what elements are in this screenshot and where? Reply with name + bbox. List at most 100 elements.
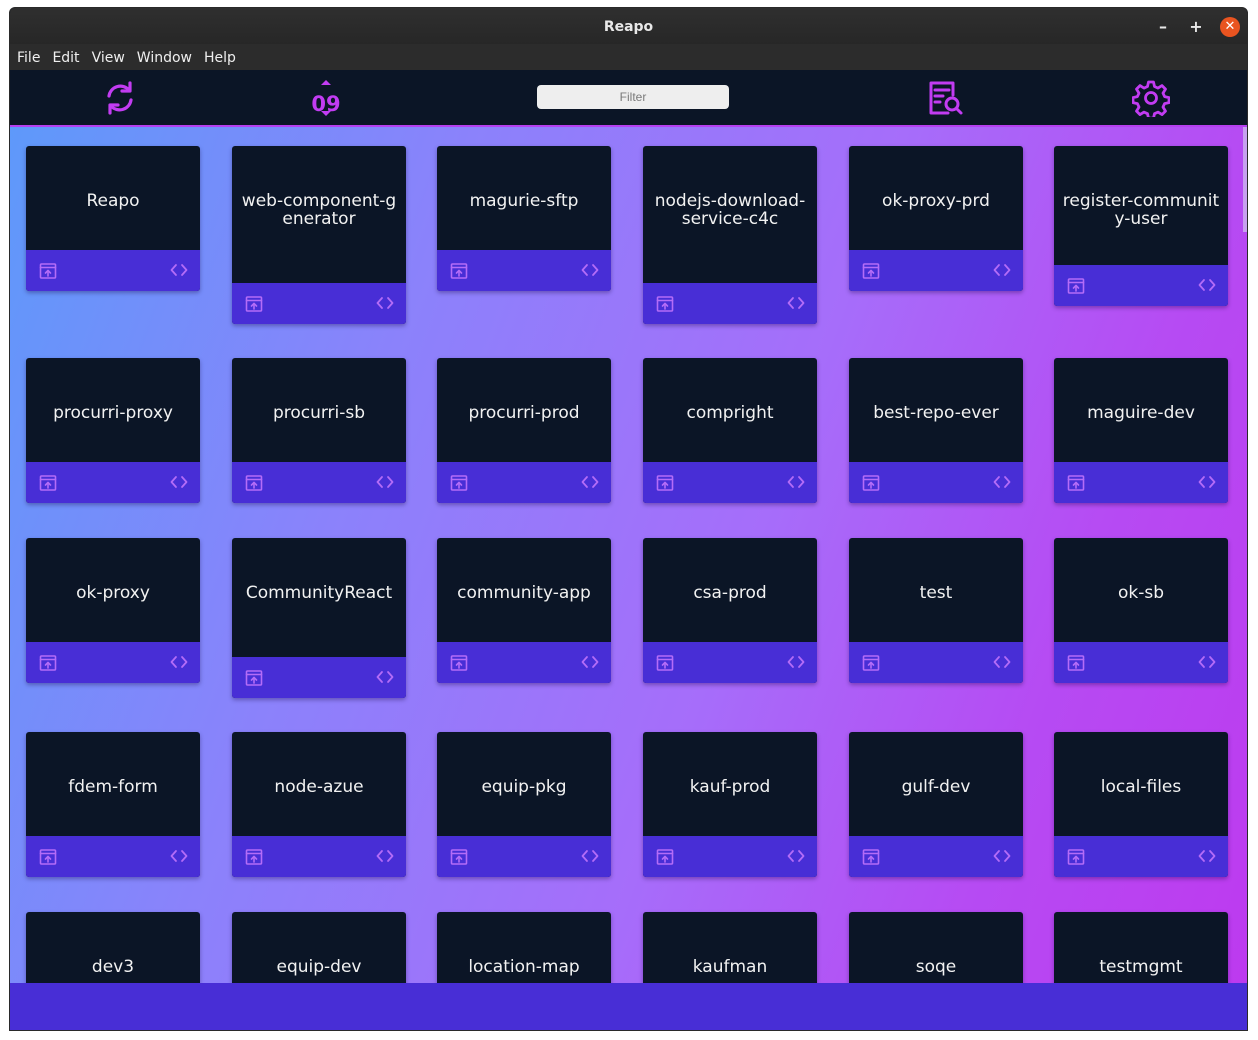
open-folder-icon[interactable] (245, 295, 263, 313)
repo-name: community-app (457, 583, 591, 603)
open-folder-icon[interactable] (656, 848, 674, 866)
repo-card[interactable]: nodejs-download-service-c4c (643, 146, 817, 324)
open-folder-icon[interactable] (656, 295, 674, 313)
code-icon[interactable] (1198, 653, 1216, 671)
open-folder-icon[interactable] (450, 474, 468, 492)
code-icon[interactable] (993, 473, 1011, 491)
open-folder-icon[interactable] (1067, 848, 1085, 866)
repo-card[interactable]: dev3 (26, 912, 200, 983)
code-icon[interactable] (376, 668, 394, 686)
sort-button[interactable]: 09 (307, 79, 345, 117)
open-folder-icon[interactable] (450, 262, 468, 280)
repo-card[interactable]: procurri-sb (232, 358, 406, 503)
repo-card[interactable]: testmgmt (1054, 912, 1228, 983)
code-icon[interactable] (376, 294, 394, 312)
repo-name: register-community-user (1062, 191, 1220, 229)
open-folder-icon[interactable] (862, 654, 880, 672)
code-icon[interactable] (376, 473, 394, 491)
repo-card[interactable]: soqe (849, 912, 1023, 983)
open-folder-icon[interactable] (862, 848, 880, 866)
code-icon[interactable] (581, 653, 599, 671)
repo-card[interactable]: csa-prod (643, 538, 817, 683)
open-folder-icon[interactable] (1067, 277, 1085, 295)
repo-card[interactable]: compright (643, 358, 817, 503)
code-icon[interactable] (581, 847, 599, 865)
repo-card[interactable]: CommunityReact (232, 538, 406, 698)
repo-card[interactable]: register-community-user (1054, 146, 1228, 306)
code-icon[interactable] (993, 653, 1011, 671)
open-folder-icon[interactable] (245, 474, 263, 492)
open-folder-icon[interactable] (245, 669, 263, 687)
code-icon[interactable] (993, 847, 1011, 865)
maximize-button[interactable]: + (1185, 16, 1207, 38)
repo-card[interactable]: location-map (437, 912, 611, 983)
repo-card[interactable]: ok-sb (1054, 538, 1228, 683)
repo-card[interactable]: kaufman (643, 912, 817, 983)
open-folder-icon[interactable] (450, 654, 468, 672)
repo-card[interactable]: web-component-generator (232, 146, 406, 324)
open-folder-icon[interactable] (1067, 474, 1085, 492)
code-icon[interactable] (170, 261, 188, 279)
repo-card[interactable]: ok-proxy (26, 538, 200, 683)
code-icon[interactable] (170, 847, 188, 865)
repo-card[interactable]: Reapo (26, 146, 200, 291)
open-folder-icon[interactable] (656, 654, 674, 672)
repo-card[interactable]: magurie-sftp (437, 146, 611, 291)
open-folder-icon[interactable] (450, 848, 468, 866)
repo-card[interactable]: procurri-proxy (26, 358, 200, 503)
code-icon[interactable] (170, 473, 188, 491)
code-icon[interactable] (581, 261, 599, 279)
repo-card[interactable]: maguire-dev (1054, 358, 1228, 503)
code-icon[interactable] (170, 653, 188, 671)
repo-card[interactable]: best-repo-ever (849, 358, 1023, 503)
repo-card[interactable]: test (849, 538, 1023, 683)
repo-card[interactable]: equip-dev (232, 912, 406, 983)
code-icon[interactable] (1198, 847, 1216, 865)
open-folder-icon[interactable] (245, 848, 263, 866)
code-icon[interactable] (581, 473, 599, 491)
scrollbar[interactable] (1243, 127, 1247, 232)
open-folder-icon[interactable] (862, 474, 880, 492)
repo-name: procurri-proxy (53, 403, 173, 423)
repo-card[interactable]: ok-proxy-prd (849, 146, 1023, 291)
code-icon[interactable] (787, 294, 805, 312)
code-icon[interactable] (376, 847, 394, 865)
code-icon[interactable] (1198, 276, 1216, 294)
repo-card[interactable]: local-files (1054, 732, 1228, 877)
code-icon[interactable] (1198, 473, 1216, 491)
file-search-icon[interactable] (926, 79, 964, 117)
menu-view[interactable]: View (89, 44, 128, 72)
filter-input[interactable] (537, 85, 729, 109)
open-folder-icon[interactable] (1067, 654, 1085, 672)
repo-card[interactable]: procurri-prod (437, 358, 611, 503)
open-folder-icon[interactable] (39, 474, 57, 492)
open-folder-icon[interactable] (862, 262, 880, 280)
menu-edit[interactable]: Edit (49, 44, 82, 72)
toolbar: 09 (10, 70, 1247, 127)
code-icon[interactable] (787, 653, 805, 671)
repo-card[interactable]: node-azue (232, 732, 406, 877)
repo-card[interactable]: kauf-prod (643, 732, 817, 877)
repo-card[interactable]: equip-pkg (437, 732, 611, 877)
code-icon[interactable] (787, 473, 805, 491)
open-folder-icon[interactable] (39, 262, 57, 280)
repo-name: test (919, 583, 953, 603)
code-icon[interactable] (993, 261, 1011, 279)
menu-help[interactable]: Help (201, 44, 239, 72)
title-bar: Reapo – + ✕ (10, 8, 1247, 44)
code-icon[interactable] (787, 847, 805, 865)
open-folder-icon[interactable] (656, 474, 674, 492)
open-folder-icon[interactable] (39, 848, 57, 866)
repo-card[interactable]: fdem-form (26, 732, 200, 877)
repo-card[interactable]: gulf-dev (849, 732, 1023, 877)
gear-icon[interactable] (1132, 79, 1170, 117)
repo-card[interactable]: community-app (437, 538, 611, 683)
close-button[interactable]: ✕ (1220, 17, 1240, 37)
menu-window[interactable]: Window (134, 44, 195, 72)
refresh-icon[interactable] (101, 79, 139, 117)
open-folder-icon[interactable] (39, 654, 57, 672)
repo-actions (643, 462, 817, 503)
repo-name: soqe (915, 957, 957, 977)
menu-file[interactable]: File (14, 44, 43, 72)
minimize-button[interactable]: – (1152, 16, 1174, 38)
